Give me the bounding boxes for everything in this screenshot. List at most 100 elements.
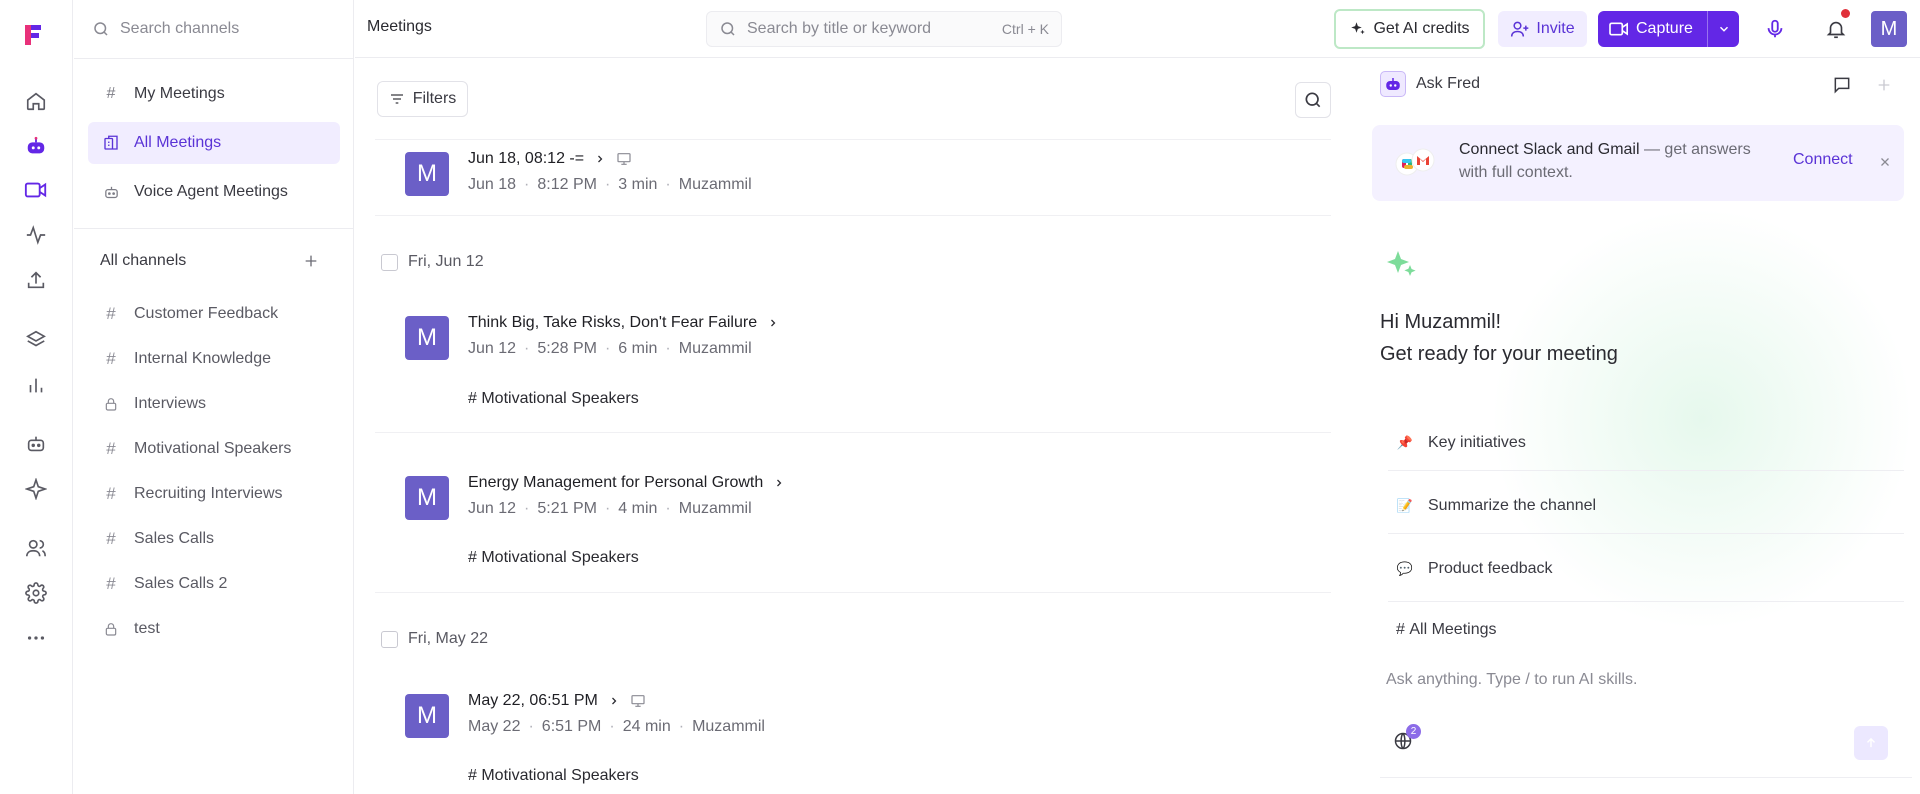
invite-label: Invite — [1536, 20, 1575, 37]
channel-search[interactable] — [92, 14, 342, 44]
group-checkbox[interactable] — [381, 630, 398, 648]
meeting-card[interactable]: M Jun 18, 08:12 -= Jun 18 · 8:12 PM · 3 mi… — [375, 145, 1331, 275]
left-rail — [0, 0, 73, 794]
chat-history-button[interactable] — [1830, 73, 1854, 97]
search-icon — [1305, 92, 1321, 108]
meeting-duration: 3 min — [618, 176, 658, 193]
meeting-meta: Jun 12 · 5:21 PM · 4 min · Muzammil — [468, 500, 752, 517]
settings-gear-icon[interactable] — [24, 581, 48, 605]
channel-motivational-speakers[interactable]: # Motivational Speakers — [88, 431, 340, 467]
channel-test[interactable]: test — [88, 611, 340, 647]
meeting-owner: Muzammil — [678, 500, 752, 517]
filters-button[interactable]: Filters — [377, 81, 468, 117]
get-ai-credits-button[interactable]: Get AI credits — [1334, 9, 1485, 49]
meeting-avatar: M — [405, 152, 449, 196]
ask-input[interactable] — [1386, 671, 1886, 689]
microphone-button[interactable] — [1761, 15, 1789, 43]
global-search[interactable]: Ctrl + K — [706, 11, 1062, 47]
suggestion-product-feedback[interactable]: 💬 Product feedback — [1396, 560, 1553, 578]
more-icon[interactable] — [24, 626, 48, 650]
meeting-card[interactable]: M May 22, 06:51 PM May 22 · 6:51 PM · 24 m… — [375, 690, 1331, 794]
nav-voice-agent-meetings[interactable]: Voice Agent Meetings — [88, 171, 340, 213]
nav-all-meetings[interactable]: All Meetings — [88, 122, 340, 164]
team-icon[interactable] — [24, 536, 48, 560]
sparkle-icon — [1351, 22, 1366, 35]
meeting-title-row[interactable]: Energy Management for Personal Growth — [468, 474, 785, 492]
context-channel-tag[interactable]: # All Meetings — [1396, 621, 1497, 639]
meeting-title-row[interactable]: Think Big, Take Risks, Don't Fear Failur… — [468, 314, 779, 332]
channels-sidebar: # My Meetings All Meetings Voice Agent M… — [74, 0, 354, 794]
meeting-channel-tag[interactable]: # Motivational Speakers — [468, 390, 639, 408]
notification-dot — [1841, 9, 1850, 18]
channel-sales-calls-2[interactable]: # Sales Calls 2 — [88, 566, 340, 602]
meeting-title: Jun 18, 08:12 -= — [468, 150, 585, 167]
all-channels-heading: All channels — [100, 252, 187, 269]
analytics-icon[interactable] — [24, 373, 48, 397]
chat-bubble-icon — [1834, 77, 1850, 94]
home-icon[interactable] — [24, 89, 48, 113]
nav-my-meetings[interactable]: # My Meetings — [88, 73, 340, 115]
send-button[interactable] — [1854, 726, 1888, 760]
channel-internal-knowledge[interactable]: # Internal Knowledge — [88, 341, 340, 377]
channel-search-input[interactable] — [120, 20, 320, 38]
channel-customer-feedback[interactable]: # Customer Feedback — [88, 296, 340, 332]
suggestion-summarize-channel[interactable]: 📝 Summarize the channel — [1396, 497, 1596, 515]
channel-label: Sales Calls — [134, 530, 215, 547]
meetings-video-icon[interactable] — [15, 171, 57, 209]
hash-icon: # — [106, 85, 116, 102]
layers-icon[interactable] — [24, 328, 48, 352]
meeting-card[interactable]: M Energy Management for Personal Growth … — [375, 472, 1331, 602]
meeting-card[interactable]: M Think Big, Take Risks, Don't Fear Fail… — [375, 313, 1331, 443]
suggestion-label: Product feedback — [1428, 560, 1553, 577]
capture-button[interactable]: Capture — [1598, 11, 1739, 47]
search-icon — [721, 22, 735, 36]
meeting-time: 8:12 PM — [537, 176, 597, 193]
hash-icon: # — [106, 574, 116, 593]
hash-icon: # — [106, 304, 116, 323]
capture-main[interactable]: Capture — [1598, 11, 1707, 47]
list-search-button[interactable] — [1295, 82, 1331, 118]
divider — [375, 592, 1331, 593]
hash-icon: # — [106, 349, 116, 368]
channel-recruiting-interviews[interactable]: # Recruiting Interviews — [88, 476, 340, 512]
page-title: Meetings — [367, 18, 432, 35]
capture-label: Capture — [1636, 20, 1693, 37]
channel-label: Internal Knowledge — [134, 350, 271, 367]
invite-button[interactable]: Invite — [1498, 11, 1587, 47]
app-root: # My Meetings All Meetings Voice Agent M… — [0, 0, 1920, 794]
meetings-list: Filters M Jun 18, 08:12 -= Jun 18 · 8:12 … — [355, 59, 1331, 794]
group-checkbox[interactable] — [381, 253, 398, 271]
meeting-channel-tag[interactable]: # Motivational Speakers — [468, 549, 639, 567]
meeting-date: Jun 12 — [468, 340, 517, 357]
sparkle-icon[interactable] — [24, 477, 48, 501]
bot-icon[interactable] — [24, 432, 48, 456]
global-search-input[interactable] — [747, 20, 992, 38]
meeting-time: 5:21 PM — [537, 500, 597, 517]
tag-label: Motivational Speakers — [481, 549, 639, 566]
capture-dropdown[interactable] — [1707, 11, 1739, 47]
user-avatar[interactable]: M — [1871, 11, 1907, 47]
web-search-toggle[interactable]: 2 — [1392, 724, 1421, 752]
channel-label: Sales Calls 2 — [134, 575, 228, 592]
activity-icon[interactable] — [24, 223, 48, 247]
suggestion-label: Key initiatives — [1428, 434, 1526, 451]
meeting-channel-tag[interactable]: # Motivational Speakers — [468, 767, 639, 785]
new-chat-button[interactable] — [1872, 73, 1896, 97]
chevron-down-icon — [1719, 26, 1728, 32]
meeting-title-row[interactable]: May 22, 06:51 PM — [468, 692, 646, 710]
close-banner-button[interactable] — [1876, 153, 1894, 171]
meeting-title-row[interactable]: Jun 18, 08:12 -= — [468, 150, 632, 168]
suggestion-key-initiatives[interactable]: 📌 Key initiatives — [1396, 434, 1526, 452]
app-logo[interactable] — [22, 22, 48, 48]
tag-label: Motivational Speakers — [481, 390, 639, 407]
credits-label: Get AI credits — [1373, 20, 1470, 37]
fred-bot-icon[interactable] — [24, 134, 48, 158]
channel-sales-calls[interactable]: # Sales Calls — [88, 521, 340, 557]
upload-icon[interactable] — [24, 268, 48, 292]
add-channel-button[interactable] — [300, 250, 322, 272]
connect-button[interactable]: Connect — [1793, 151, 1853, 169]
search-shortcut: Ctrl + K — [1001, 21, 1049, 37]
lock-icon — [102, 620, 120, 638]
channel-interviews[interactable]: Interviews — [88, 386, 340, 422]
notifications-button[interactable] — [1822, 9, 1850, 43]
